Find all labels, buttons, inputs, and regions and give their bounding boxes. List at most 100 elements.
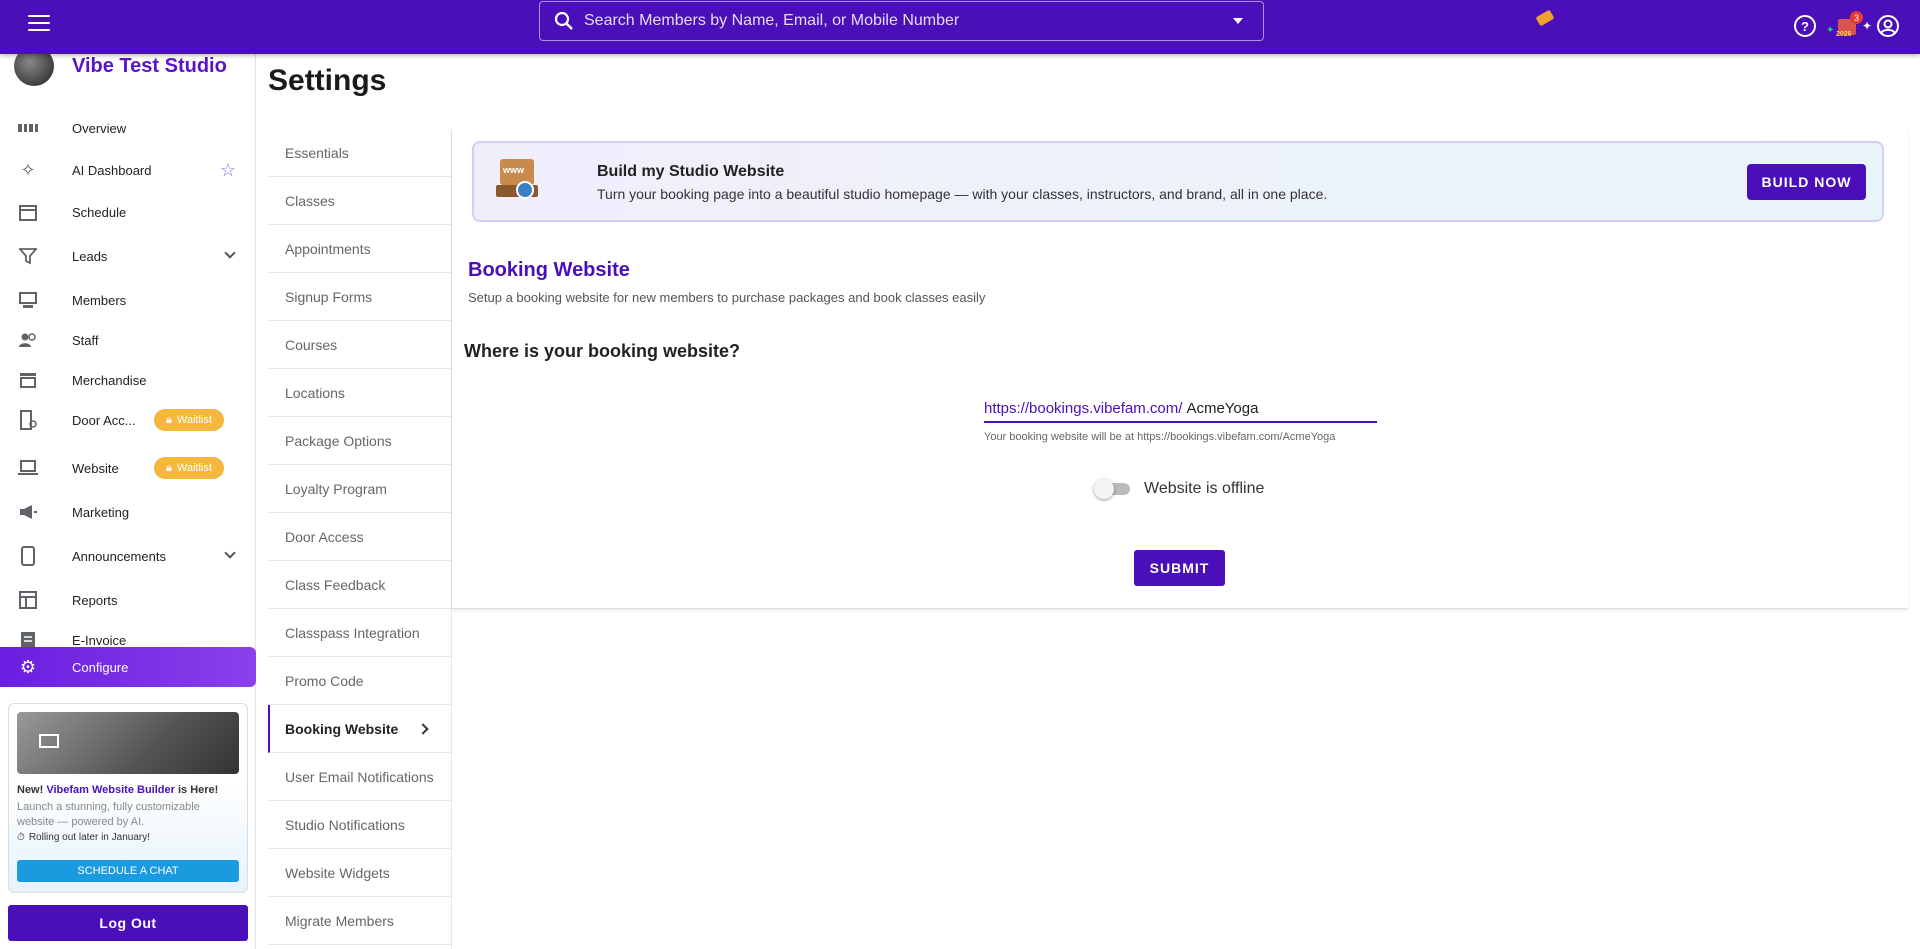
- promo-prefix: New!: [17, 784, 44, 796]
- submenu-item-locations[interactable]: Locations: [268, 369, 451, 417]
- url-slug-input[interactable]: AcmeYoga: [1186, 400, 1258, 417]
- gift-icon[interactable]: ✦ 2026 3 ✦: [1826, 11, 1872, 41]
- submenu-item-classes[interactable]: Classes: [268, 177, 451, 225]
- booking-url-field[interactable]: https://bookings.vibefam.com/ AcmeYoga: [984, 397, 1377, 423]
- waitlist-label: Waitlist: [176, 414, 212, 426]
- url-prefix: https://bookings.vibefam.com/: [984, 400, 1183, 417]
- submenu-item-appointments[interactable]: Appointments: [268, 225, 451, 273]
- section-description: Setup a booking website for new members …: [468, 290, 986, 305]
- sidebar-item-label: Staff: [72, 332, 99, 348]
- waitlist-badge[interactable]: 🔒︎ Waitlist: [154, 409, 224, 431]
- top-app-bar: ? ✦ 2026 3 ✦: [0, 0, 1920, 54]
- sparkle-icon: ✦: [1826, 25, 1835, 36]
- sidebar-item-staff[interactable]: Staff: [0, 322, 256, 358]
- gear-icon: ⚙: [19, 656, 37, 677]
- sidebar-item-label: Leads: [72, 248, 108, 264]
- submenu-item-package-options[interactable]: Package Options: [268, 417, 451, 465]
- sidebar-item-reports[interactable]: Reports: [0, 582, 256, 618]
- promo-rollout-text: Rolling out later in January!: [28, 832, 150, 843]
- submenu-item-website-widgets[interactable]: Website Widgets: [268, 849, 451, 897]
- sidebar-item-schedule[interactable]: Schedule: [0, 194, 256, 230]
- sidebar-item-label: Announcements: [72, 548, 166, 564]
- banner-description: Turn your booking page into a beautiful …: [597, 186, 1328, 202]
- member-search[interactable]: [539, 1, 1264, 41]
- sidebar-item-website[interactable]: Website 🔒︎ Waitlist: [0, 450, 256, 486]
- url-helper-text: Your booking website will be at https://…: [984, 431, 1336, 443]
- sidebar-item-label: Configure: [72, 659, 129, 675]
- submenu-item-user-email-notifications[interactable]: User Email Notifications: [268, 753, 451, 801]
- sidebar-item-merchandise[interactable]: Merchandise: [0, 362, 256, 398]
- sidebar-item-label: Door Acc...: [72, 412, 136, 428]
- sidebar-item-overview[interactable]: Overview: [0, 110, 256, 146]
- submenu-item-migrate-members[interactable]: Migrate Members: [268, 897, 451, 945]
- chevron-down-icon[interactable]: [224, 547, 236, 559]
- promo-image: [17, 712, 239, 774]
- logout-button[interactable]: Log Out: [8, 905, 248, 941]
- chevron-down-icon[interactable]: [1233, 18, 1243, 24]
- submenu-item-door-access[interactable]: Door Access: [268, 513, 451, 561]
- megaphone-icon: [18, 502, 38, 522]
- toggle-label: Website is offline: [1144, 480, 1265, 497]
- submenu-item-loyalty-program[interactable]: Loyalty Program: [268, 465, 451, 513]
- website-online-toggle[interactable]: [1094, 479, 1132, 499]
- account-icon[interactable]: [1876, 14, 1900, 38]
- menu-icon[interactable]: [28, 15, 50, 33]
- star-icon[interactable]: ☆: [220, 160, 236, 181]
- website-builder-promo: New! Vibefam Website Builder is Here! La…: [8, 703, 248, 893]
- sidebar-item-leads[interactable]: Leads: [0, 238, 256, 274]
- ticket-icon[interactable]: [1535, 9, 1555, 27]
- sidebar-item-ai-dashboard[interactable]: ✧ AI Dashboard ☆: [0, 152, 256, 188]
- sidebar-item-label: Merchandise: [72, 372, 147, 388]
- promo-description: Launch a stunning, fully customizable we…: [17, 801, 200, 828]
- submenu-item-classpass-integration[interactable]: Classpass Integration: [268, 609, 451, 657]
- star-sparkle-icon: ✦: [1862, 19, 1873, 33]
- page-title: Settings: [268, 64, 387, 97]
- promo-suffix: is Here!: [177, 784, 219, 796]
- timer-icon: ⏱: [17, 832, 25, 843]
- search-icon: [554, 11, 573, 30]
- online-toggle-row: Website is offline: [1094, 479, 1264, 499]
- submenu-item-booking-website[interactable]: Booking Website: [268, 705, 451, 753]
- promo-highlight: Vibefam Website Builder: [46, 784, 175, 796]
- sidebar-item-label: Overview: [72, 120, 127, 136]
- chevron-right-icon: [417, 722, 429, 735]
- sidebar-item-label: E-Invoice: [72, 632, 127, 648]
- submenu-item-studio-notifications[interactable]: Studio Notifications: [268, 801, 451, 849]
- monitor-icon: [39, 734, 59, 748]
- build-now-button[interactable]: BUILD NOW: [1747, 164, 1866, 200]
- chevron-down-icon[interactable]: [224, 247, 236, 259]
- submit-button[interactable]: SUBMIT: [1134, 550, 1225, 586]
- lock-icon: 🔒︎: [166, 413, 172, 426]
- submenu-item-signup-forms[interactable]: Signup Forms: [268, 273, 451, 321]
- dashboard-icon: [18, 118, 38, 138]
- sidebar-item-label: Reports: [72, 592, 118, 608]
- sidebar-item-marketing[interactable]: Marketing: [0, 494, 256, 530]
- waitlist-label: Waitlist: [176, 462, 212, 474]
- sidebar-item-label: Marketing: [72, 504, 130, 520]
- gift-year: 2026: [1836, 31, 1852, 38]
- sidebar-item-members[interactable]: Members: [0, 282, 256, 318]
- submenu-item-courses[interactable]: Courses: [268, 321, 451, 369]
- help-icon[interactable]: ?: [1794, 15, 1816, 37]
- laptop-icon: [18, 458, 38, 478]
- sidebar-item-configure[interactable]: ⚙ Configure: [0, 647, 256, 687]
- sidebar-item-label: Schedule: [72, 204, 127, 220]
- search-input[interactable]: [584, 12, 1233, 30]
- settings-submenu: Essentials Classes Appointments Signup F…: [268, 129, 452, 949]
- section-title: Booking Website: [468, 259, 630, 281]
- sidebar-item-label: Website: [72, 460, 119, 476]
- sidebar-item-door-access[interactable]: Door Acc... 🔒︎ Waitlist: [0, 402, 256, 438]
- submenu-item-essentials[interactable]: Essentials: [268, 129, 451, 177]
- table-icon: [18, 590, 38, 610]
- filter-icon: [18, 246, 38, 266]
- staff-icon: [18, 330, 38, 350]
- waitlist-badge[interactable]: 🔒︎ Waitlist: [154, 457, 224, 479]
- submenu-item-class-feedback[interactable]: Class Feedback: [268, 561, 451, 609]
- store-icon: [18, 370, 38, 390]
- submenu-item-promo-code[interactable]: Promo Code: [268, 657, 451, 705]
- sidebar-item-announcements[interactable]: Announcements: [0, 538, 256, 574]
- members-icon: [18, 290, 38, 310]
- promo-headline: New! Vibefam Website Builder is Here!: [17, 784, 218, 796]
- schedule-chat-button[interactable]: SCHEDULE A CHAT: [17, 860, 239, 882]
- sidebar: Vibe Test Studio Overview ✧ AI Dashboard…: [0, 46, 256, 949]
